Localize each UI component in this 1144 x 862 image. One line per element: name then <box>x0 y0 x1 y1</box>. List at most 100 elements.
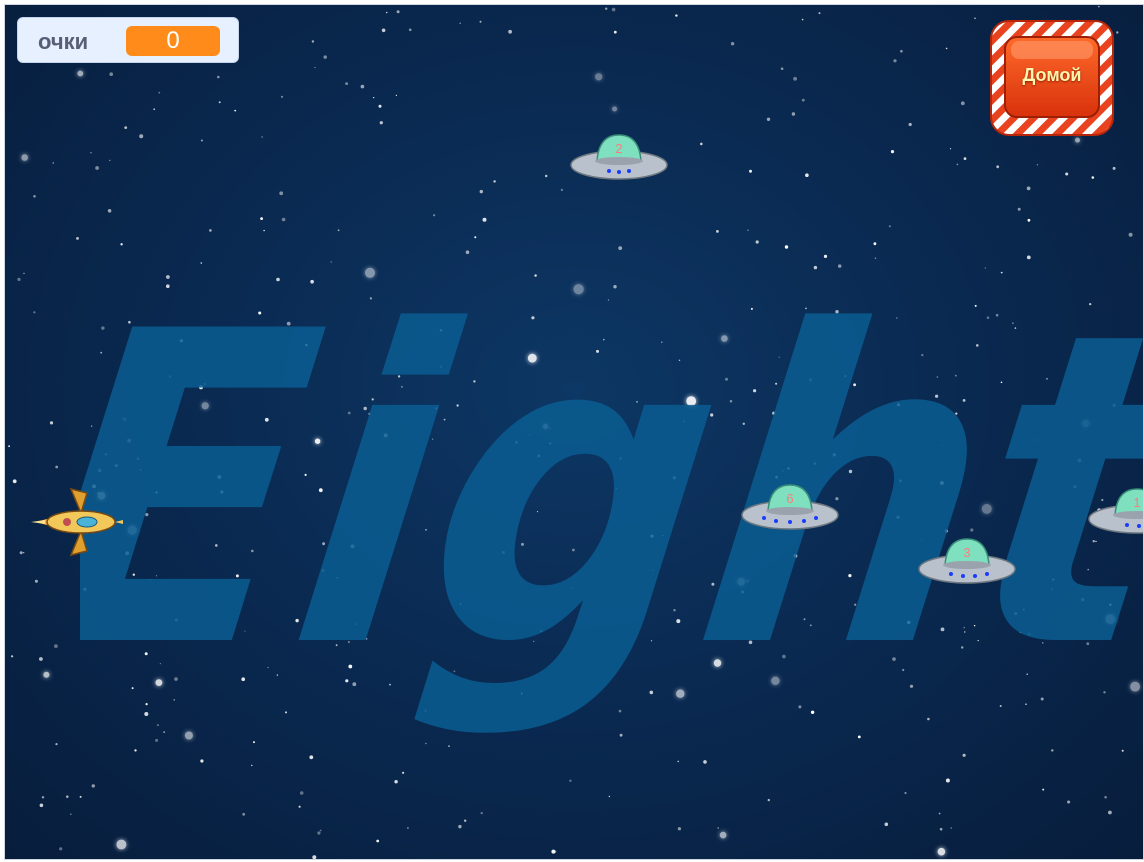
star <box>299 791 304 795</box>
star <box>479 189 483 194</box>
star <box>12 479 17 484</box>
star <box>960 101 965 106</box>
star <box>49 421 54 425</box>
star <box>107 209 112 213</box>
star <box>900 49 903 53</box>
star <box>950 827 952 829</box>
player-spaceship[interactable] <box>31 487 123 557</box>
star <box>780 67 784 70</box>
star <box>1017 207 1021 211</box>
star <box>379 121 383 125</box>
star <box>317 831 321 835</box>
ufo-enemy[interactable]: 6 <box>740 479 840 535</box>
star <box>937 847 946 856</box>
star <box>39 803 44 808</box>
star <box>1091 176 1095 179</box>
star <box>611 7 616 12</box>
star <box>1112 166 1116 170</box>
star <box>888 225 891 228</box>
star <box>1026 186 1031 191</box>
star <box>360 84 365 89</box>
star <box>612 106 618 112</box>
star <box>394 780 398 784</box>
star <box>70 813 72 815</box>
ufo-enemy[interactable]: 3 <box>917 533 1017 589</box>
star <box>218 101 221 104</box>
score-label: очки <box>38 29 89 54</box>
star <box>904 791 907 795</box>
star <box>749 169 752 173</box>
star <box>801 18 804 21</box>
star <box>33 311 36 314</box>
star <box>408 28 412 32</box>
star <box>309 755 314 760</box>
star <box>19 551 23 555</box>
star <box>109 159 111 162</box>
ufo-enemy[interactable]: 2 <box>569 129 669 185</box>
star <box>974 17 976 19</box>
star <box>677 827 682 831</box>
star <box>41 796 45 799</box>
star <box>873 242 877 246</box>
star <box>8 445 10 448</box>
star <box>884 822 889 827</box>
star <box>59 847 63 851</box>
star <box>120 243 123 246</box>
star <box>11 655 14 658</box>
star <box>949 148 952 150</box>
star <box>1027 218 1031 222</box>
star <box>474 236 477 239</box>
star <box>805 173 809 177</box>
score-value: 0 <box>126 26 220 56</box>
ufo-number: 2 <box>615 141 622 156</box>
star <box>1036 164 1039 166</box>
star <box>402 771 405 774</box>
star <box>17 277 21 281</box>
star <box>766 117 771 122</box>
star <box>719 831 727 839</box>
star <box>480 811 483 815</box>
star <box>818 12 821 15</box>
star <box>717 827 720 829</box>
star <box>279 191 284 196</box>
star <box>381 28 386 33</box>
star <box>298 805 301 808</box>
star <box>1065 172 1069 176</box>
star <box>1128 232 1133 237</box>
star <box>385 11 388 14</box>
star <box>793 76 797 81</box>
star <box>77 70 84 77</box>
home-button-label: Домой <box>1022 65 1082 85</box>
background-word-text: Eight <box>80 255 1144 742</box>
ufo-enemy[interactable]: 1 <box>1087 483 1144 539</box>
star <box>482 217 487 222</box>
star <box>217 75 220 79</box>
star <box>956 163 959 166</box>
star <box>234 109 237 112</box>
game-stage[interactable]: Eight очки 0 Домой 2 6 3 1 <box>4 4 1144 860</box>
ufo-number: 1 <box>1133 495 1140 510</box>
star <box>91 784 96 788</box>
star <box>281 217 286 222</box>
star <box>55 465 59 469</box>
star <box>945 778 950 783</box>
star <box>54 644 58 648</box>
star <box>95 166 99 170</box>
star <box>139 134 144 139</box>
star <box>406 827 409 829</box>
star <box>465 250 470 254</box>
star <box>337 229 340 232</box>
star <box>767 798 770 802</box>
star <box>1104 795 1107 799</box>
star <box>1108 810 1112 815</box>
star <box>1075 137 1080 143</box>
star <box>554 850 557 853</box>
star <box>23 272 25 275</box>
star <box>395 94 397 96</box>
score-monitor: очки 0 <box>17 17 239 63</box>
home-button[interactable]: Домой <box>989 19 1115 137</box>
star <box>730 42 735 46</box>
star <box>963 157 967 161</box>
star <box>52 162 54 164</box>
star <box>378 104 382 108</box>
